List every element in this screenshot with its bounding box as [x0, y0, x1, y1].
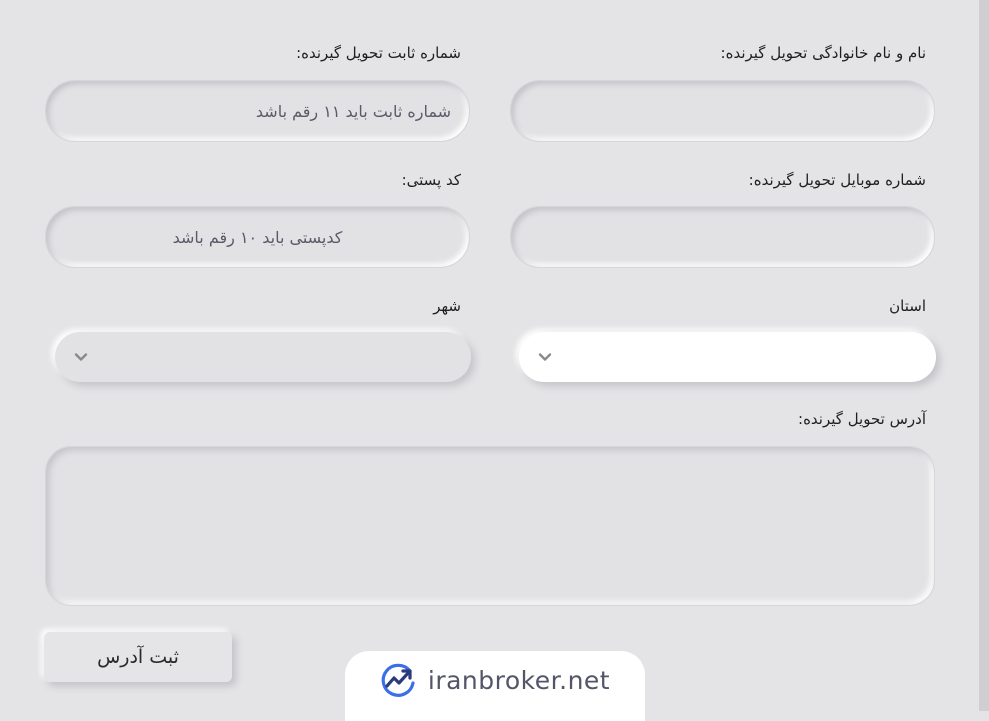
watermark-text: iranbroker.net — [427, 665, 611, 695]
province-label: استان — [889, 297, 926, 315]
chevron-down-icon — [538, 353, 552, 361]
recipient-name-label: نام و نام خانوادگی تحویل گیرنده: — [720, 44, 926, 62]
address-form: نام و نام خانوادگی تحویل گیرنده: شماره ث… — [0, 0, 979, 711]
province-select[interactable] — [519, 332, 936, 382]
trend-chart-icon — [381, 663, 415, 697]
vertical-scrollbar[interactable] — [979, 0, 989, 711]
recipient-name-input[interactable] — [510, 80, 935, 142]
submit-address-button[interactable]: ثبت آدرس — [44, 632, 232, 682]
chevron-down-icon — [74, 353, 88, 361]
landline-label: شماره ثابت تحویل گیرنده: — [296, 44, 461, 62]
address-label: آدرس تحویل گیرنده: — [798, 410, 926, 428]
postal-code-label: کد پستی: — [401, 171, 461, 189]
address-textarea[interactable] — [45, 446, 935, 606]
landline-input[interactable]: شماره ثابت باید ۱۱ رقم باشد — [45, 80, 470, 142]
city-label: شهر — [433, 297, 461, 315]
postal-code-placeholder: کدپستی باید ۱۰ رقم باشد — [172, 227, 343, 247]
mobile-label: شماره موبایل تحویل گیرنده: — [748, 171, 926, 189]
postal-code-input[interactable]: کدپستی باید ۱۰ رقم باشد — [45, 206, 470, 268]
city-select[interactable] — [55, 332, 471, 382]
mobile-input[interactable] — [510, 206, 935, 268]
landline-placeholder: شماره ثابت باید ۱۱ رقم باشد — [255, 101, 451, 121]
